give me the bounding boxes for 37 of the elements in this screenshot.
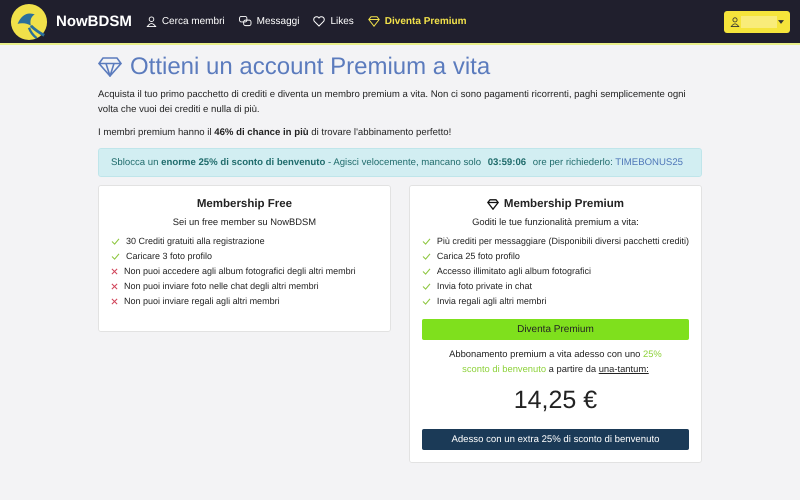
user-icon xyxy=(146,16,157,27)
diamond-icon xyxy=(98,57,122,77)
logo-icon[interactable] xyxy=(10,2,48,40)
plan-subtitle: Sei un free member su NowBDSM xyxy=(172,216,318,228)
brand-name[interactable]: NowBDSM xyxy=(56,13,132,30)
discount-alert: Sblocca un enorme 25% di sconto di benvenuto - Agisci velocemente, mancano solo 03:59:06 ore per richiederlo: TIMEBONUS25 xyxy=(98,148,702,178)
nav-link[interactable]: Likes xyxy=(313,16,354,27)
feature-text: Non puoi inviare foto nelle chat degli altri membri xyxy=(124,280,319,294)
plan-title: Membership Free xyxy=(196,198,292,210)
feature-text: Non puoi accedere agli album fotografici degli altri membri xyxy=(124,265,356,278)
user-menu-button[interactable] xyxy=(724,10,790,32)
discount-button[interactable]: Adesso con un extra 25% di sconto di benvenuto xyxy=(422,429,689,450)
nav-link[interactable]: Messaggi xyxy=(238,16,300,27)
nav-link[interactable]: Cerca membri xyxy=(146,16,225,27)
nav-link[interactable]: Diventa Premium xyxy=(368,16,466,27)
plan-title: Membership Premium xyxy=(504,198,624,210)
premium-button[interactable]: Diventa Premium xyxy=(422,319,689,340)
user-icon xyxy=(730,16,740,26)
price: 14,25 € xyxy=(512,386,598,416)
chat-bubbles-icon xyxy=(238,16,252,27)
feature-text: Invia regali agli altri membri xyxy=(436,295,546,308)
diamond-icon xyxy=(486,198,499,210)
caret-icon xyxy=(778,20,784,24)
stat-text: I membri premium hanno il 46% di chance in più di trovare l'abbinamento perfetto! xyxy=(98,126,452,140)
heart-icon xyxy=(313,16,326,27)
feature-text: Caricare 3 foto profilo xyxy=(126,250,212,264)
feature-text: Più crediti per messaggiare (Disponibili diversi pacchetti crediti) xyxy=(436,235,689,248)
feature-text: Accesso illimitato agli album fotografici xyxy=(436,265,591,278)
page-title: Ottieni un account Premium a vita xyxy=(130,53,490,81)
diamond-icon xyxy=(368,16,380,27)
feature-text: Non puoi inviare regali agli altri membri xyxy=(124,295,280,308)
plan-subtitle: Goditi le tue funzionalità premium a vita: xyxy=(471,216,640,228)
feature-text: Carica 25 foto profilo xyxy=(436,250,520,264)
feature-text: 30 Crediti gratuiti alla registrazione xyxy=(126,235,265,248)
offer-text: Abbonamento premium a vita adesso con uno 25% sconto di benvenuto a partire da una-tantum: xyxy=(448,347,663,376)
intro-text: Acquista il tuo primo pacchetto di crediti e diventa un membro premium a vita. Non ci sono pagamenti ricorrenti, paghi semplicemente ogni volta che vuoi dei crediti e nulla di più. xyxy=(98,88,687,118)
feature-text: Invia foto private in chat xyxy=(436,280,532,294)
